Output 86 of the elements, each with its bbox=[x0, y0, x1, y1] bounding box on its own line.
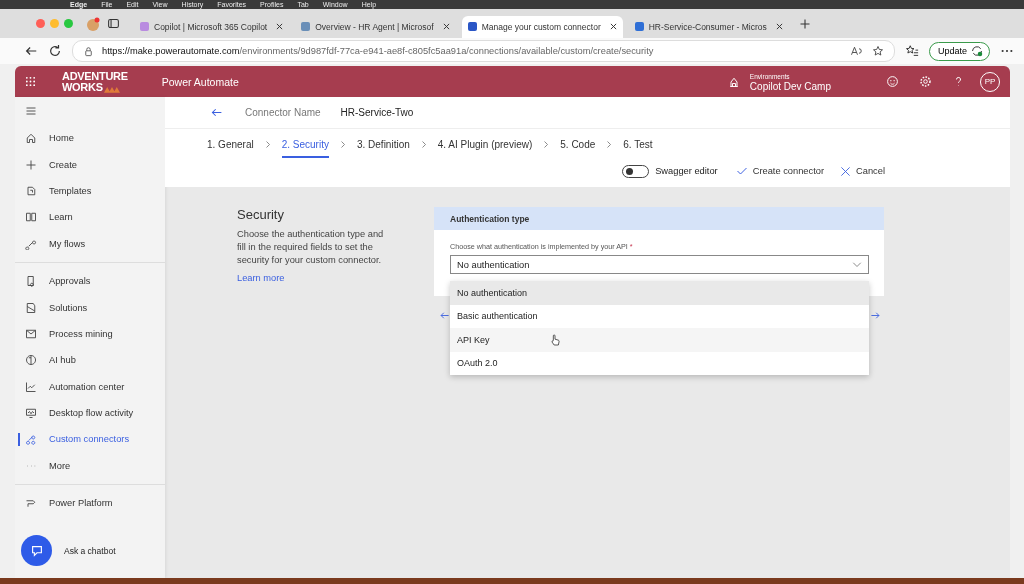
sidebar-item[interactable]: Approvals bbox=[15, 267, 165, 295]
section-description: Choose the authentication type and fill in the required fields to set the security for your custom connector. bbox=[237, 228, 385, 267]
card-title: Authentication type bbox=[450, 213, 530, 224]
sidebar-item[interactable]: Desktop flow activity bbox=[15, 399, 165, 427]
chart-icon bbox=[25, 380, 37, 393]
book-icon bbox=[25, 211, 37, 224]
next-arrow-icon[interactable] bbox=[870, 310, 881, 321]
chat-icon bbox=[29, 543, 44, 558]
sidebar-item[interactable]: Create bbox=[15, 151, 165, 178]
hand-cursor-icon bbox=[550, 334, 560, 346]
chatbot-label[interactable]: Ask a chatbot bbox=[64, 545, 116, 556]
update-button[interactable]: Update bbox=[928, 41, 990, 61]
browser-tab[interactable]: Manage your custom connector bbox=[461, 15, 623, 38]
swagger-editor-label: Swagger editor bbox=[655, 166, 718, 176]
sync-icon bbox=[971, 45, 983, 57]
step-tab[interactable]: 3. Definition bbox=[356, 130, 410, 158]
chatbot-button[interactable] bbox=[21, 535, 52, 566]
smiley-icon[interactable] bbox=[886, 75, 899, 88]
authentication-dropdown[interactable]: No authentication bbox=[450, 255, 869, 274]
sidebar-item[interactable]: Learn bbox=[15, 204, 165, 231]
close-tab-icon[interactable] bbox=[276, 23, 284, 30]
star-icon[interactable] bbox=[871, 45, 884, 57]
sidebar-item[interactable]: Templates bbox=[15, 177, 165, 205]
clipboard-icon bbox=[25, 275, 37, 288]
monitor-icon bbox=[25, 407, 37, 420]
sidebar-item[interactable]: Custom connectors bbox=[15, 426, 165, 453]
step-tab[interactable]: 2. Security bbox=[281, 130, 329, 158]
tab-actions-icon[interactable] bbox=[107, 17, 120, 30]
close-tab-icon[interactable] bbox=[442, 23, 450, 30]
sidebar-item[interactable]: Home bbox=[15, 125, 165, 152]
step-tab[interactable]: 6. Test bbox=[623, 130, 653, 158]
dropdown-option[interactable]: API Key bbox=[450, 328, 869, 352]
environment-icon bbox=[727, 75, 740, 88]
sidebar-item[interactable]: Process mining bbox=[15, 320, 165, 348]
connector-name-value[interactable]: HR-Service-Two bbox=[340, 107, 414, 118]
dropdown-option[interactable]: No authentication bbox=[450, 281, 869, 305]
back-arrow-icon[interactable] bbox=[210, 106, 223, 119]
step-tab[interactable]: 4. AI Plugin (preview) bbox=[437, 130, 533, 158]
browser-tab[interactable]: Copilot | Microsoft 365 Copilot bbox=[134, 15, 290, 38]
learn-more-link[interactable]: Learn more bbox=[237, 273, 285, 283]
close-tab-icon[interactable] bbox=[775, 23, 783, 30]
sidebar-item[interactable]: Power Platform bbox=[15, 490, 165, 517]
close-icon bbox=[840, 165, 852, 177]
chevron-down-icon bbox=[852, 261, 862, 268]
settings-icon[interactable] bbox=[919, 75, 932, 88]
plus-icon bbox=[25, 158, 37, 171]
sidebar-item[interactable]: Automation center bbox=[15, 373, 165, 400]
section-title: Security bbox=[237, 207, 285, 222]
connector-name-label: Connector Name bbox=[245, 107, 321, 118]
favorites-icon[interactable] bbox=[904, 44, 919, 58]
profile-icon[interactable] bbox=[85, 15, 101, 32]
chevron-right-icon bbox=[606, 139, 613, 149]
product-title[interactable]: Power Automate bbox=[161, 75, 239, 88]
home-icon bbox=[25, 132, 37, 145]
back-icon[interactable] bbox=[24, 44, 38, 58]
browser-tab[interactable]: Overview - HR Agent | Microsof bbox=[295, 15, 456, 38]
address-bar[interactable]: https://make.powerautomate.com/environments/9d987fdf-77ca-e941-ae8f-c805fc5aa91a/connections/available/custom/create/security bbox=[72, 40, 895, 62]
chevron-right-icon bbox=[420, 139, 427, 149]
step-tab[interactable]: 1. General bbox=[207, 130, 254, 158]
browser-tab[interactable]: HR-Service-Consumer - Micros bbox=[628, 15, 789, 38]
lock-icon[interactable] bbox=[83, 45, 94, 57]
dropdown-option[interactable]: OAuth 2.0 bbox=[450, 351, 869, 375]
sidebar-item[interactable]: Solutions bbox=[15, 294, 165, 321]
flow-icon bbox=[25, 237, 37, 250]
close-tab-icon[interactable] bbox=[609, 23, 617, 30]
refresh-icon[interactable] bbox=[48, 44, 62, 58]
new-tab-icon[interactable] bbox=[798, 17, 811, 30]
chevron-right-icon bbox=[339, 139, 346, 149]
sidebar-item[interactable]: AI hub bbox=[15, 347, 165, 374]
previous-arrow-icon[interactable] bbox=[439, 310, 450, 321]
create-connector-button[interactable]: Create connector bbox=[735, 165, 825, 177]
check-icon bbox=[735, 165, 748, 177]
sidebar-item[interactable]: More bbox=[15, 452, 165, 480]
step-tab[interactable]: 5. Code bbox=[560, 130, 596, 158]
dropdown-option[interactable]: Basic authentication bbox=[450, 304, 869, 328]
logo: ADVENTURE WORKS bbox=[62, 70, 128, 93]
cancel-button[interactable]: Cancel bbox=[840, 165, 885, 177]
document-icon bbox=[25, 301, 37, 314]
environment-name[interactable]: Copilot Dev Camp bbox=[749, 81, 831, 92]
connector-icon bbox=[25, 433, 37, 446]
swagger-editor-toggle[interactable] bbox=[622, 164, 650, 178]
sidebar-item[interactable]: My flows bbox=[15, 230, 165, 257]
app-launcher-icon[interactable] bbox=[25, 76, 36, 87]
chevron-right-icon bbox=[264, 139, 271, 149]
chevron-right-icon bbox=[543, 139, 550, 149]
read-aloud-icon[interactable] bbox=[849, 45, 862, 57]
